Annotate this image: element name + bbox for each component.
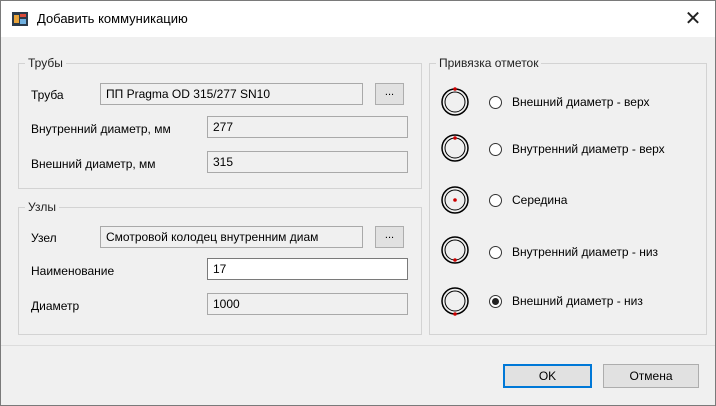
- pipes-legend: Трубы: [25, 56, 66, 70]
- inner-bottom-pipe-icon: [441, 236, 469, 264]
- title-bar: Добавить коммуникацию ✕: [1, 1, 715, 37]
- radio-center[interactable]: [489, 194, 502, 207]
- node-browse-button[interactable]: ...: [375, 226, 404, 248]
- node-field[interactable]: Смотровой колодец внутренним диам: [100, 226, 363, 248]
- add-communication-dialog: Добавить коммуникацию ✕ Трубы Труба ПП P…: [0, 0, 716, 406]
- name-label: Наименование: [31, 264, 115, 278]
- footer-separator: [1, 345, 715, 346]
- inner-diameter-field[interactable]: 277: [207, 116, 408, 138]
- pipe-field[interactable]: ПП Pragma OD 315/277 SN10: [100, 83, 363, 105]
- radio-inner-top[interactable]: [489, 143, 502, 156]
- outer-diameter-label: Внешний диаметр, мм: [31, 157, 156, 171]
- radio-outer-top[interactable]: [489, 96, 502, 109]
- inner-diameter-label: Внутренний диаметр, мм: [31, 122, 171, 136]
- pipe-label: Труба: [31, 88, 64, 102]
- ok-button[interactable]: OK: [503, 364, 592, 388]
- option-inner-top-label[interactable]: Внутренний диаметр - верх: [512, 142, 665, 156]
- pipe-browse-button[interactable]: ...: [375, 83, 404, 105]
- cancel-button[interactable]: Отмена: [603, 364, 699, 388]
- radio-selected-dot: [492, 298, 499, 305]
- option-outer-top-label[interactable]: Внешний диаметр - верх: [512, 95, 650, 109]
- center-pipe-icon: [441, 186, 469, 214]
- dialog-title: Добавить коммуникацию: [37, 11, 188, 26]
- close-icon[interactable]: ✕: [679, 5, 707, 33]
- binding-legend: Привязка отметок: [436, 56, 542, 70]
- option-center-label[interactable]: Середина: [512, 193, 567, 207]
- outer-diameter-field[interactable]: 315: [207, 151, 408, 173]
- outer-bottom-pipe-icon: [441, 287, 469, 316]
- radio-inner-bottom[interactable]: [489, 246, 502, 259]
- app-icon: [12, 12, 28, 26]
- option-inner-bottom-label[interactable]: Внутренний диаметр - низ: [512, 245, 658, 259]
- option-outer-bottom-label[interactable]: Внешний диаметр - низ: [512, 294, 643, 308]
- diameter-field[interactable]: 1000: [207, 293, 408, 315]
- diameter-label: Диаметр: [31, 299, 80, 313]
- radio-outer-bottom[interactable]: [489, 295, 502, 308]
- node-label: Узел: [31, 231, 57, 245]
- name-field[interactable]: 17: [207, 258, 408, 280]
- nodes-legend: Узлы: [25, 200, 59, 214]
- outer-top-pipe-icon: [441, 87, 469, 116]
- inner-top-pipe-icon: [441, 134, 469, 162]
